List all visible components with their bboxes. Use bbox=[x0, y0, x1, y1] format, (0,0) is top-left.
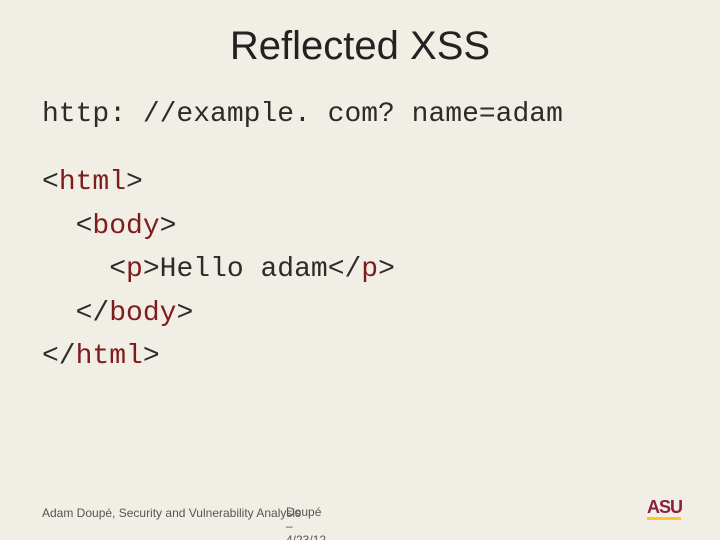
footer-author: Adam Doupé, Security and Vulnerability A… bbox=[42, 506, 301, 520]
code-block: <html> <body> <p>Hello adam</p> </body> … bbox=[42, 161, 678, 378]
angle-open: < bbox=[109, 254, 126, 285]
code-text: Hello adam bbox=[160, 254, 328, 285]
angle-close-open: </ bbox=[42, 341, 76, 372]
tag-html-close: html bbox=[76, 341, 143, 372]
footer-text: Adam Doupé, Security and Vulnerability A… bbox=[42, 506, 301, 520]
angle-open: < bbox=[76, 211, 93, 242]
footer: Adam Doupé, Security and Vulnerability A… bbox=[42, 498, 682, 520]
tag-html-open: html bbox=[59, 167, 126, 198]
slide-content: http: //example. com? name=adam <html> <… bbox=[0, 69, 720, 378]
angle-close: > bbox=[176, 298, 193, 329]
angle-close-open: </ bbox=[76, 298, 110, 329]
asu-gold-bar bbox=[647, 517, 681, 520]
tag-p-close: p bbox=[361, 254, 378, 285]
tag-body-open: body bbox=[92, 211, 159, 242]
slide: Reflected XSS http: //example. com? name… bbox=[0, 0, 720, 540]
tag-body-close: body bbox=[109, 298, 176, 329]
asu-logo: ASU bbox=[647, 498, 682, 520]
angle-close: > bbox=[143, 341, 160, 372]
angle-open: < bbox=[42, 167, 59, 198]
asu-wordmark: ASU bbox=[647, 497, 682, 517]
angle-close: > bbox=[143, 254, 160, 285]
angle-close: > bbox=[126, 167, 143, 198]
tag-p-open: p bbox=[126, 254, 143, 285]
angle-close: > bbox=[378, 254, 395, 285]
example-url: http: //example. com? name=adam bbox=[42, 97, 678, 133]
footer-overlay: Doupé – 4/23/12 bbox=[286, 505, 326, 540]
slide-title: Reflected XSS bbox=[0, 0, 720, 69]
asu-logo-block: ASU bbox=[647, 498, 682, 520]
angle-close-open: </ bbox=[328, 254, 362, 285]
angle-close: > bbox=[160, 211, 177, 242]
